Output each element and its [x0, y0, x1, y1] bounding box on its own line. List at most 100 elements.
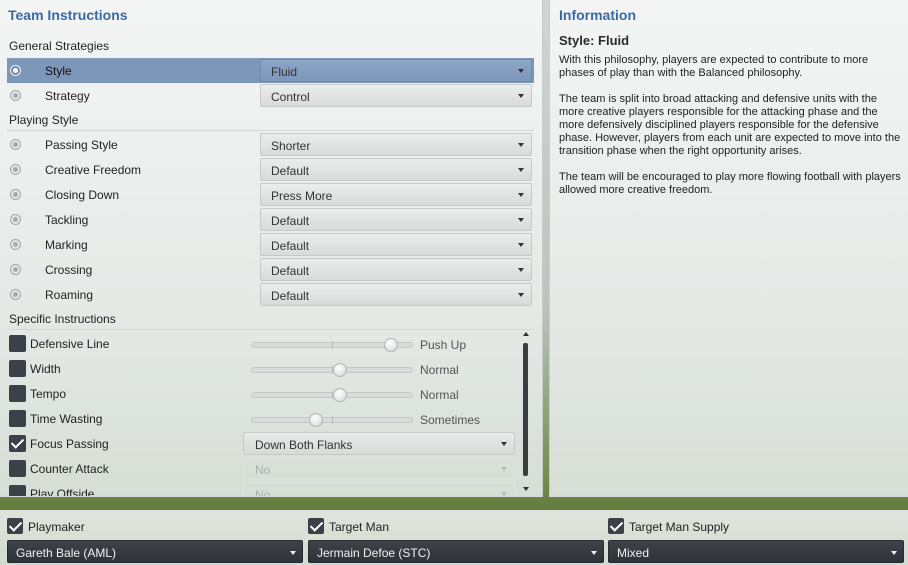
roaming-value: Default	[271, 289, 310, 303]
tempo-value: Normal	[420, 388, 459, 402]
focus-passing-value: Down Both Flanks	[255, 438, 353, 452]
passing-style-label: Passing Style	[45, 138, 118, 152]
closing-down-dropdown[interactable]: Press More	[260, 183, 532, 206]
scroll-thumb[interactable]	[523, 343, 528, 476]
specific-instructions-scrollbar[interactable]	[521, 332, 531, 494]
focus-passing-dropdown[interactable]: Down Both Flanks	[243, 432, 515, 455]
closing-down-value: Press More	[271, 189, 333, 203]
chevron-down-icon	[518, 168, 524, 172]
target-man-group: Target Man Jermain Defoe (STC)	[308, 510, 604, 565]
tackling-label: Tackling	[45, 213, 89, 227]
team-instructions-panel: Team Instructions General Strategies Sty…	[0, 0, 543, 497]
playmaker-dropdown[interactable]: Gareth Bale (AML)	[7, 540, 303, 563]
roaming-radio[interactable]	[10, 289, 21, 300]
passing-style-radio[interactable]	[10, 139, 21, 150]
counter-attack-dropdown: No	[243, 457, 515, 480]
target-man-supply-checkbox[interactable]	[608, 518, 624, 534]
strategy-value: Control	[271, 90, 310, 104]
target-man-supply-dropdown[interactable]: Mixed	[608, 540, 904, 563]
strategy-dropdown[interactable]: Control	[260, 84, 532, 107]
chevron-down-icon	[518, 94, 524, 98]
crossing-value: Default	[271, 264, 310, 278]
creative-freedom-dropdown[interactable]: Default	[260, 158, 532, 181]
style-dropdown[interactable]: Fluid	[260, 59, 532, 82]
style-radio[interactable]	[10, 65, 21, 76]
target-man-dropdown[interactable]: Jermain Defoe (STC)	[308, 540, 604, 563]
marking-dropdown[interactable]: Default	[260, 233, 532, 256]
defensive-line-value: Push Up	[420, 338, 467, 352]
marking-radio[interactable]	[10, 239, 21, 250]
slider-thumb[interactable]	[384, 338, 399, 352]
slider-thumb[interactable]	[333, 363, 347, 377]
information-paragraph: The team will be encouraged to play more…	[559, 171, 901, 196]
closing-down-row[interactable]: Closing Down Press More	[7, 182, 534, 207]
passing-style-dropdown[interactable]: Shorter	[260, 133, 532, 156]
crossing-row[interactable]: Crossing Default	[7, 257, 534, 282]
defensive-line-checkbox[interactable]	[9, 335, 26, 352]
scroll-down-icon[interactable]	[523, 487, 529, 491]
crossing-dropdown[interactable]: Default	[260, 258, 532, 281]
time-wasting-slider[interactable]	[251, 413, 413, 427]
width-slider[interactable]	[251, 363, 413, 377]
tempo-checkbox[interactable]	[9, 385, 26, 402]
focus-passing-row: Focus Passing Down Both Flanks	[9, 431, 517, 456]
strategy-row[interactable]: Strategy Control	[7, 83, 534, 108]
time-wasting-checkbox[interactable]	[9, 410, 26, 427]
play-offside-checkbox[interactable]	[9, 485, 26, 496]
counter-attack-label: Counter Attack	[30, 462, 109, 476]
chevron-down-icon	[518, 69, 524, 73]
tackling-dropdown[interactable]: Default	[260, 208, 532, 231]
marking-row[interactable]: Marking Default	[7, 232, 534, 257]
roaming-row[interactable]: Roaming Default	[7, 282, 534, 307]
team-instructions-title: Team Instructions	[8, 7, 128, 23]
tackling-radio[interactable]	[10, 214, 21, 225]
slider-thumb[interactable]	[333, 388, 347, 402]
target-man-value: Jermain Defoe (STC)	[317, 546, 431, 560]
creative-freedom-radio[interactable]	[10, 164, 21, 175]
playmaker-value: Gareth Bale (AML)	[16, 546, 117, 560]
counter-attack-value: No	[255, 463, 271, 477]
target-man-supply-value: Mixed	[617, 546, 650, 560]
play-offside-label: Play Offside	[30, 487, 95, 496]
information-panel: Information Style: Fluid With this philo…	[549, 0, 908, 497]
focus-passing-label: Focus Passing	[30, 437, 109, 451]
passing-style-value: Shorter	[271, 139, 311, 153]
chevron-down-icon	[501, 492, 507, 496]
roaming-dropdown[interactable]: Default	[260, 283, 532, 306]
tackling-row[interactable]: Tackling Default	[7, 207, 534, 232]
strategy-radio[interactable]	[10, 90, 21, 101]
passing-style-row[interactable]: Passing Style Shorter	[7, 132, 534, 157]
target-man-label: Target Man	[329, 520, 390, 534]
crossing-label: Crossing	[45, 263, 93, 277]
specific-instructions-header: Specific Instructions	[9, 312, 116, 326]
playing-style-header: Playing Style	[9, 113, 79, 127]
width-value: Normal	[420, 363, 459, 377]
counter-attack-checkbox[interactable]	[9, 460, 26, 477]
slider-thumb[interactable]	[309, 413, 323, 427]
information-title: Information	[559, 7, 636, 23]
chevron-down-icon	[501, 442, 507, 446]
general-strategies-header: General Strategies	[9, 39, 110, 53]
play-offside-dropdown: No	[243, 482, 515, 496]
time-wasting-label: Time Wasting	[30, 412, 103, 426]
crossing-radio[interactable]	[10, 264, 21, 275]
information-subtitle: Style: Fluid	[559, 33, 630, 48]
chevron-down-icon	[518, 243, 524, 247]
style-row[interactable]: Style Fluid	[7, 58, 534, 83]
closing-down-radio[interactable]	[10, 189, 21, 200]
scroll-up-icon[interactable]	[523, 332, 529, 336]
playmaker-checkbox[interactable]	[7, 518, 23, 534]
target-man-supply-group: Target Man Supply Mixed	[608, 510, 904, 565]
width-checkbox[interactable]	[9, 360, 26, 377]
divider	[7, 329, 534, 330]
strategy-label: Strategy	[45, 89, 90, 103]
defensive-line-slider[interactable]	[251, 338, 413, 352]
tempo-slider[interactable]	[251, 388, 413, 402]
creative-freedom-row[interactable]: Creative Freedom Default	[7, 157, 534, 182]
target-man-checkbox[interactable]	[308, 518, 324, 534]
width-label: Width	[30, 362, 61, 376]
focus-passing-checkbox[interactable]	[9, 435, 26, 452]
creative-freedom-value: Default	[271, 164, 310, 178]
tempo-label: Tempo	[30, 387, 67, 401]
divider	[7, 130, 534, 131]
